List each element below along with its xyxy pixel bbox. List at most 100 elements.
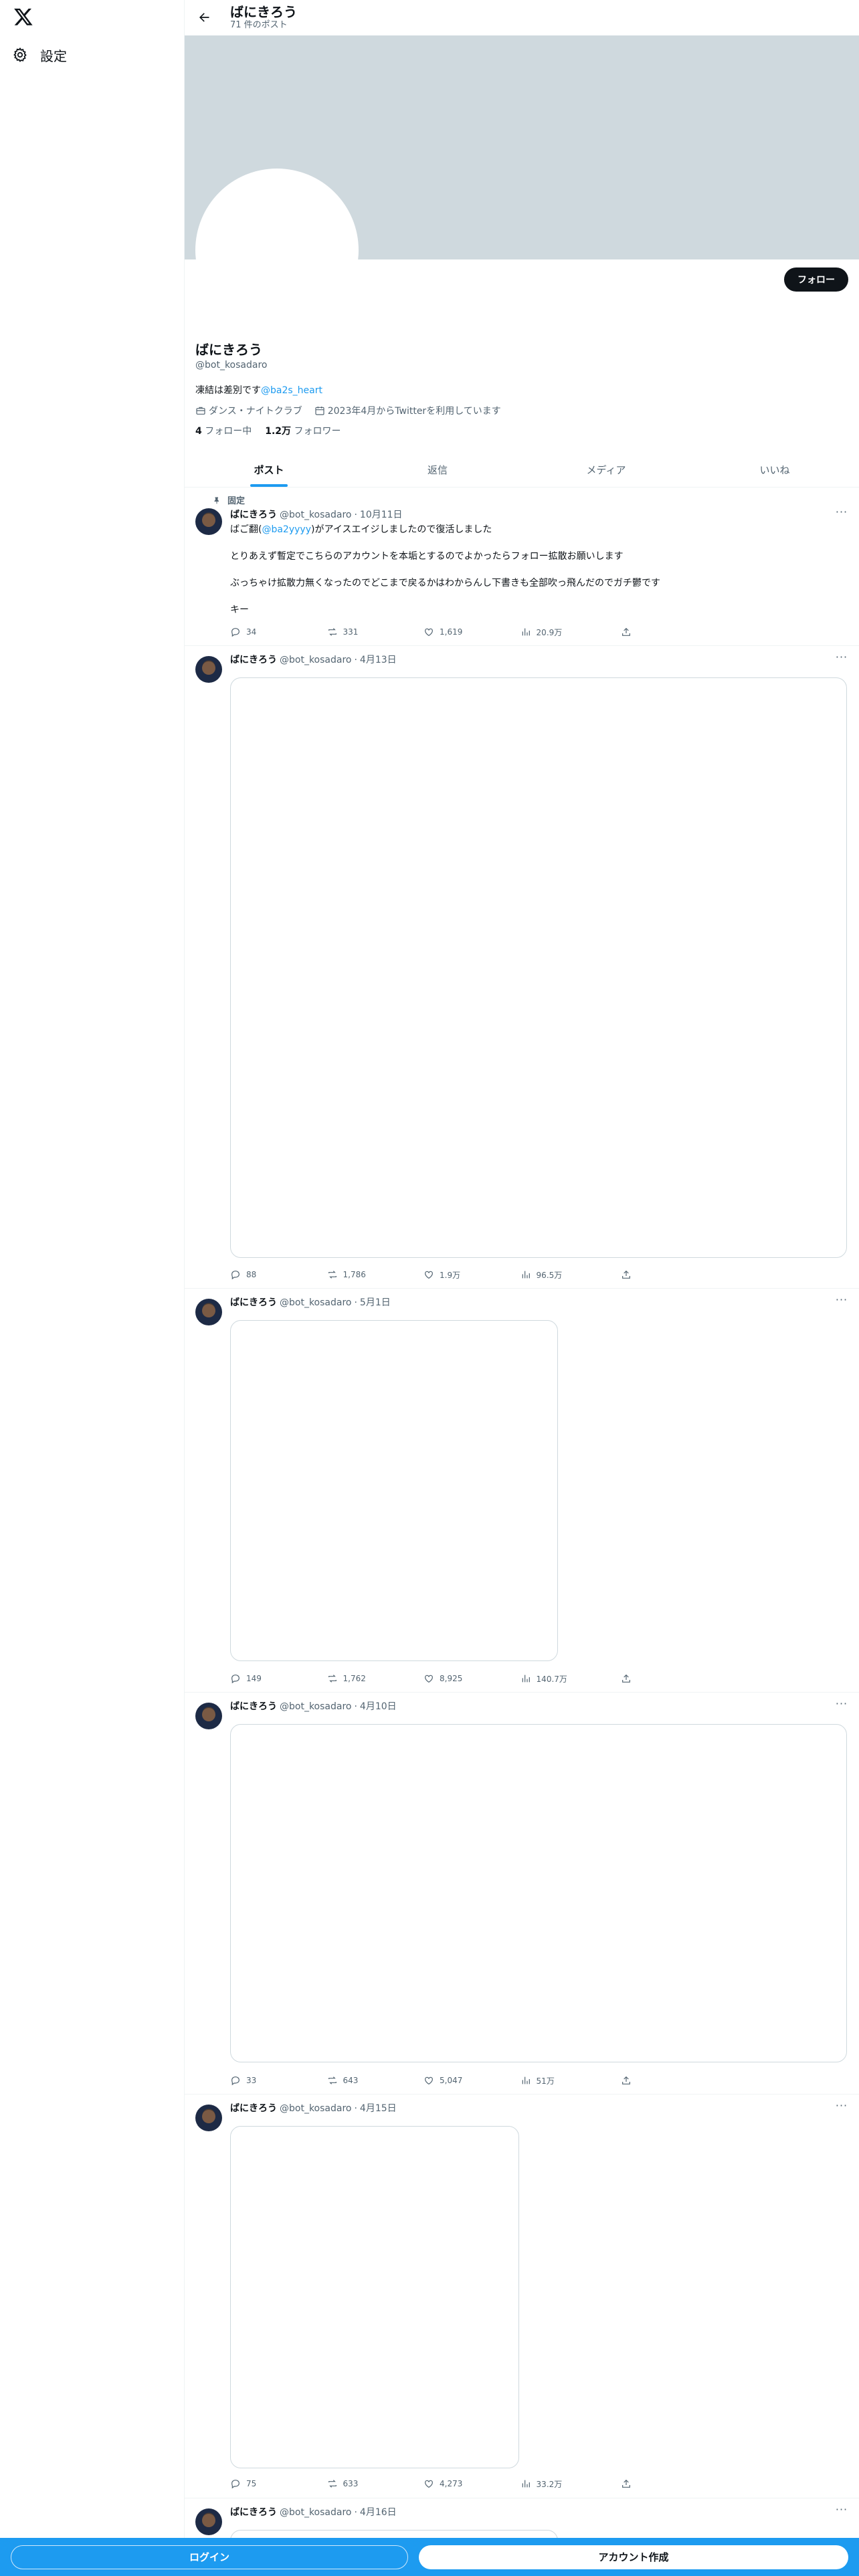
tweet-author-name[interactable]: ばにきろう [230, 1296, 277, 1309]
create-account-button[interactable]: アカウント作成 [419, 2545, 848, 2569]
tweet-date[interactable]: 10月11日 [360, 508, 403, 522]
tweet[interactable]: 固定 ばにきろう @bot_kosadaro · 10月11日 ··· ばご翻(… [185, 488, 859, 646]
avatar[interactable] [195, 508, 222, 535]
avatar[interactable] [195, 656, 222, 683]
avatar[interactable] [195, 2105, 222, 2131]
share-button[interactable] [621, 1268, 632, 1281]
share-button[interactable] [621, 2074, 632, 2087]
avatar[interactable] [195, 1299, 222, 1325]
tweet-author-handle[interactable]: @bot_kosadaro [280, 1296, 351, 1309]
tweet[interactable]: ばにきろう @bot_kosadaro · 4月15日 ··· 75 633 4… [185, 2095, 859, 2498]
back-arrow-icon[interactable] [194, 7, 214, 27]
views-icon [520, 1269, 531, 1280]
tweet-text: ばご翻(@ba2yyyy)がアイスエイジしましたので復活しました とりあえず暫定… [230, 524, 661, 615]
following-link[interactable]: 4 フォロー中 [195, 424, 252, 437]
tweet-author-name[interactable]: ばにきろう [230, 653, 277, 667]
heart-icon [423, 627, 434, 637]
tweet-media[interactable] [230, 677, 847, 1258]
share-icon [621, 1673, 632, 1684]
pin-icon [213, 496, 221, 504]
tweet-header: ばにきろう @bot_kosadaro · 4月13日 [230, 653, 397, 667]
views-button[interactable]: 20.9万 [520, 625, 621, 639]
repost-button[interactable]: 1,786 [327, 1268, 424, 1281]
tweet-date[interactable]: 4月13日 [360, 653, 397, 667]
share-icon [621, 1269, 632, 1280]
tweet-header: ばにきろう @bot_kosadaro · 4月10日 [230, 1700, 397, 1713]
follow-button[interactable]: フォロー [784, 267, 848, 292]
profile-avatar[interactable] [195, 169, 359, 332]
share-button[interactable] [621, 2477, 632, 2490]
share-button[interactable] [621, 1672, 632, 1685]
tweet-date[interactable]: 4月16日 [360, 2506, 397, 2519]
repost-button[interactable]: 331 [327, 625, 424, 639]
sidebar-item-settings[interactable]: 設定 [12, 41, 67, 68]
more-icon[interactable]: ··· [835, 2504, 848, 2519]
tab-replies[interactable]: 返信 [353, 452, 522, 487]
reply-button[interactable]: 33 [230, 2074, 327, 2087]
more-icon[interactable]: ··· [835, 2101, 848, 2115]
tweet-author-name[interactable]: ばにきろう [230, 508, 277, 522]
more-icon[interactable]: ··· [835, 652, 848, 667]
tweet-author-handle[interactable]: @bot_kosadaro [280, 653, 351, 667]
more-icon[interactable]: ··· [835, 1699, 848, 1713]
tweet-author-name[interactable]: ばにきろう [230, 2506, 277, 2519]
more-icon[interactable]: ··· [835, 507, 848, 522]
repost-button[interactable]: 1,762 [327, 1672, 424, 1685]
tweet-author-handle[interactable]: @bot_kosadaro [280, 1700, 351, 1713]
like-button[interactable]: 1,619 [423, 625, 520, 639]
x-logo-icon[interactable] [13, 7, 33, 27]
tweet-author-handle[interactable]: @bot_kosadaro [280, 2506, 351, 2519]
tweet-date[interactable]: 4月15日 [360, 2102, 397, 2115]
followers-link[interactable]: 1.2万 フォロワー [265, 424, 341, 437]
repost-button[interactable]: 633 [327, 2477, 424, 2490]
tweet[interactable]: ばにきろう @bot_kosadaro · 4月10日 ··· 33 643 5… [185, 1693, 859, 2095]
reply-button[interactable]: 88 [230, 1268, 327, 1281]
tweet-header: ばにきろう @bot_kosadaro · 10月11日 [230, 508, 403, 522]
tweet-header: ばにきろう @bot_kosadaro · 5月1日 [230, 1296, 391, 1309]
like-button[interactable]: 4,273 [423, 2477, 520, 2490]
more-icon[interactable]: ··· [835, 1295, 848, 1309]
repost-icon [327, 1673, 338, 1684]
tweet-date[interactable]: 5月1日 [360, 1296, 391, 1309]
tweet-media[interactable] [230, 2126, 519, 2468]
tweet[interactable]: ばにきろう @bot_kosadaro · 5月1日 ··· 149 1,762… [185, 1289, 859, 1693]
views-button[interactable]: 51万 [520, 2074, 621, 2087]
reply-button[interactable]: 34 [230, 625, 327, 639]
tweet-date[interactable]: 4月10日 [360, 1700, 397, 1713]
repost-button[interactable]: 643 [327, 2074, 424, 2087]
reply-button[interactable]: 149 [230, 1672, 327, 1685]
avatar[interactable] [195, 1703, 222, 1729]
share-button[interactable] [621, 625, 632, 639]
reply-icon [230, 2075, 241, 2086]
tweet-author-name[interactable]: ばにきろう [230, 2102, 277, 2115]
tab-media[interactable]: メディア [522, 452, 690, 487]
mention-link[interactable]: @ba2yyyy [262, 524, 311, 535]
views-button[interactable]: 96.5万 [520, 1268, 621, 1281]
profile-joined: 2023年4月からTwitterを利用しています [327, 406, 501, 417]
sidebar-item-label: 設定 [40, 47, 67, 64]
gear-icon [12, 47, 28, 63]
tab-likes[interactable]: いいね [690, 452, 859, 487]
tweet-media[interactable] [230, 1724, 847, 2062]
login-button[interactable]: ログイン [11, 2545, 408, 2569]
reply-icon [230, 627, 241, 637]
header-name: ばにきろう [230, 4, 297, 20]
tweet-author-handle[interactable]: @bot_kosadaro [280, 2102, 351, 2115]
tweet-author-handle[interactable]: @bot_kosadaro [280, 508, 351, 522]
bio-mention-link[interactable]: @ba2s_heart [261, 385, 322, 396]
avatar[interactable] [195, 2508, 222, 2535]
like-button[interactable]: 5,047 [423, 2074, 520, 2087]
profile-category: ダンス・ナイトクラブ [209, 406, 302, 417]
views-icon [520, 2075, 531, 2086]
like-button[interactable]: 1.9万 [423, 1268, 520, 1281]
tab-posts[interactable]: ポスト [185, 452, 353, 487]
heart-icon [423, 2478, 434, 2489]
reply-button[interactable]: 75 [230, 2477, 327, 2490]
tweet[interactable]: ばにきろう @bot_kosadaro · 4月13日 ··· 88 1,786… [185, 647, 859, 1289]
views-button[interactable]: 33.2万 [520, 2477, 621, 2490]
like-button[interactable]: 8,925 [423, 1672, 520, 1685]
tweet-author-name[interactable]: ばにきろう [230, 1700, 277, 1713]
heart-icon [423, 1269, 434, 1280]
views-button[interactable]: 140.7万 [520, 1672, 621, 1685]
tweet-media[interactable] [230, 1320, 558, 1661]
